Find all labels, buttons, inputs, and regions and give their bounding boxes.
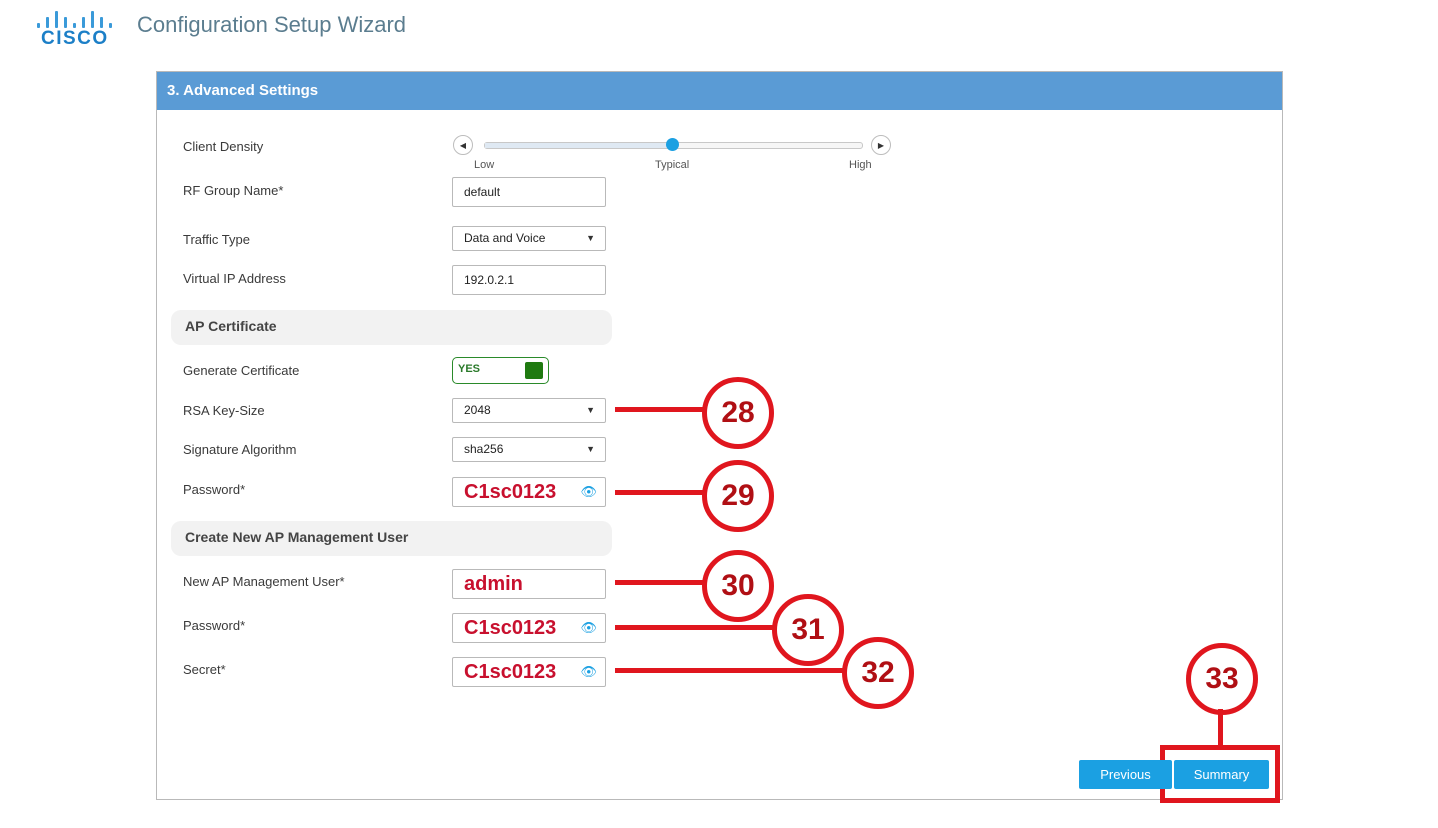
callout-30-badge: 30 [702, 550, 774, 622]
chevron-down-icon: ▼ [586, 405, 595, 415]
secret-label: Secret* [183, 662, 226, 677]
ap-management-user-label: New AP Management User* [183, 574, 345, 589]
rsa-key-size-select[interactable]: 2048 ▼ [452, 398, 606, 423]
cisco-logo-bars [36, 6, 116, 28]
toggle-knob [525, 362, 543, 379]
density-tick-typical: Typical [655, 159, 690, 171]
signature-algorithm-select[interactable]: sha256 ▼ [452, 437, 606, 462]
callout-32-line [615, 668, 847, 673]
panel-title: 3. Advanced Settings [157, 72, 1282, 110]
callout-28-badge: 28 [702, 377, 774, 449]
certificate-password-value: C1sc0123 [464, 481, 557, 503]
density-tick-low: Low [474, 159, 495, 171]
callout-33-badge: 33 [1186, 643, 1258, 715]
client-density-slider-thumb[interactable] [666, 138, 679, 151]
rf-group-name-input[interactable]: default [452, 177, 606, 207]
callout-31-line [615, 625, 777, 630]
management-password-label: Password* [183, 618, 246, 633]
chevron-down-icon: ▼ [586, 233, 595, 243]
callout-31-badge: 31 [772, 594, 844, 666]
certificate-password-input[interactable]: C1sc0123 👁 [452, 477, 606, 507]
rsa-key-size-label: RSA Key-Size [183, 403, 265, 418]
callout-28-line [615, 407, 707, 412]
callout-29-badge: 29 [702, 460, 774, 532]
chevron-left-icon: ◀ [459, 141, 467, 150]
management-password-value: C1sc0123 [464, 617, 557, 639]
app-title: Configuration Setup Wizard [137, 12, 407, 37]
ap-management-user-input[interactable]: admin [452, 569, 606, 599]
signature-algorithm-value: sha256 [464, 442, 504, 456]
toggle-state-text: YES [458, 363, 481, 375]
client-density-label: Client Density [183, 139, 264, 154]
ap-certificate-section-heading: AP Certificate [171, 310, 612, 345]
traffic-type-label: Traffic Type [183, 232, 250, 247]
secret-input[interactable]: C1sc0123 👁 [452, 657, 606, 687]
eye-icon[interactable]: 👁 [580, 658, 597, 686]
summary-button[interactable]: Summary [1174, 760, 1269, 789]
management-password-input[interactable]: C1sc0123 👁 [452, 613, 606, 643]
density-decrease-button[interactable]: ◀ [453, 135, 473, 155]
rf-group-name-value: default [464, 185, 501, 199]
generate-certificate-toggle[interactable]: YES [452, 357, 549, 384]
callout-30-line [615, 580, 707, 585]
chevron-down-icon: ▼ [586, 444, 595, 454]
cisco-logo: CISCO [36, 6, 116, 50]
density-tick-high: High [849, 159, 872, 171]
callout-33-line [1218, 709, 1223, 747]
callout-29-line [615, 490, 707, 495]
previous-button[interactable]: Previous [1079, 760, 1172, 789]
ap-management-user-value: admin [464, 573, 523, 595]
cisco-logo-text: CISCO [41, 28, 109, 49]
chevron-right-icon: ▶ [877, 141, 885, 150]
eye-icon[interactable]: 👁 [580, 478, 597, 506]
traffic-type-value: Data and Voice [464, 231, 546, 245]
virtual-ip-label: Virtual IP Address [183, 271, 286, 286]
rsa-key-size-value: 2048 [464, 403, 491, 417]
callout-32-badge: 32 [842, 637, 914, 709]
rf-group-name-label: RF Group Name* [183, 183, 284, 198]
generate-certificate-label: Generate Certificate [183, 363, 300, 378]
eye-icon[interactable]: 👁 [580, 614, 597, 642]
virtual-ip-value: 192.0.2.1 [464, 273, 515, 287]
signature-algorithm-label: Signature Algorithm [183, 442, 297, 457]
traffic-type-select[interactable]: Data and Voice ▼ [452, 226, 606, 251]
ap-management-user-section-heading: Create New AP Management User [171, 521, 612, 556]
virtual-ip-input[interactable]: 192.0.2.1 [452, 265, 606, 295]
certificate-password-label: Password* [183, 482, 246, 497]
density-increase-button[interactable]: ▶ [871, 135, 891, 155]
secret-value: C1sc0123 [464, 661, 557, 683]
